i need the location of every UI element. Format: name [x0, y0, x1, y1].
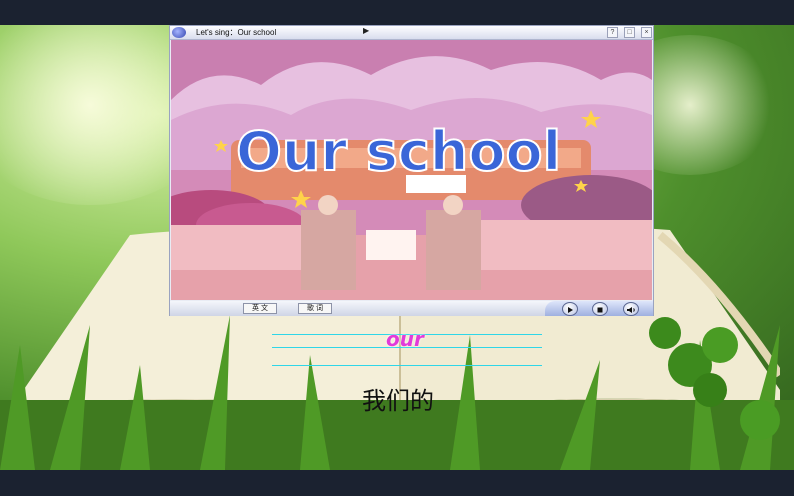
play-icon[interactable]	[562, 302, 578, 316]
title-play-indicator-icon: ▶	[363, 26, 370, 35]
volume-icon[interactable]	[623, 302, 639, 316]
guide-line	[272, 365, 542, 366]
help-button[interactable]: ?	[607, 27, 618, 38]
maximize-button[interactable]: □	[624, 27, 635, 38]
vocab-word: our	[386, 327, 424, 351]
video-title-text: Our school	[236, 120, 561, 183]
player-app-icon	[172, 27, 186, 38]
player-title-bar: Let's sing：Our school ▶ ? □ ×	[170, 26, 653, 40]
bottom-bar	[0, 470, 794, 496]
player-title: Let's sing：Our school	[196, 28, 277, 37]
vocab-word-lines: our	[272, 327, 542, 370]
playback-controls	[545, 301, 653, 316]
school-cartoon-scene: Our school	[171, 40, 652, 300]
media-player-window[interactable]: Let's sing：Our school ▶ ? □ × Our school…	[169, 25, 654, 316]
top-bar	[0, 0, 794, 25]
player-control-bar: 英 文 歌 词	[170, 301, 653, 316]
vocab-meaning: 我们的	[362, 387, 434, 415]
stop-icon[interactable]	[592, 302, 608, 316]
close-button[interactable]: ×	[641, 27, 652, 38]
english-button[interactable]: 英 文	[243, 303, 277, 314]
lyrics-button[interactable]: 歌 词	[298, 303, 332, 314]
video-frame[interactable]: Our school	[171, 40, 652, 300]
